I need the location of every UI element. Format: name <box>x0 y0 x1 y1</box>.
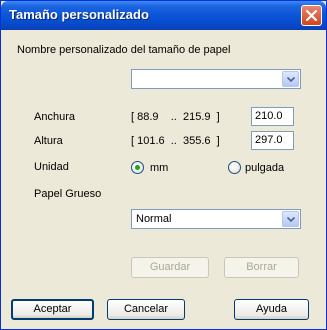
unit-mm-radio[interactable] <box>131 161 144 174</box>
custom-name-combo[interactable] <box>131 69 301 89</box>
height-label: Altura <box>34 135 63 147</box>
height-range: [ 101.6 .. 355.6 ] <box>131 135 220 147</box>
window-title: Tamaño personalizado <box>9 7 149 22</box>
close-button[interactable] <box>301 5 322 26</box>
height-input[interactable]: 297.0 <box>251 131 294 150</box>
chevron-down-icon <box>287 77 295 82</box>
ok-button[interactable]: Aceptar <box>11 299 94 320</box>
unit-label: Unidad <box>34 161 69 173</box>
thick-paper-label: Papel Grueso <box>34 188 102 200</box>
cancel-button[interactable]: Cancelar <box>107 299 185 320</box>
unit-inch-label[interactable]: pulgada <box>245 162 284 174</box>
dialog-window: Tamaño personalizado Nombre personalizad… <box>0 0 327 330</box>
delete-button[interactable]: Borrar <box>224 257 299 278</box>
unit-mm-label[interactable]: mm <box>150 162 168 174</box>
width-input[interactable]: 210.0 <box>251 107 294 126</box>
custom-name-dropdown-button[interactable] <box>282 71 299 87</box>
width-label: Anchura <box>34 111 75 123</box>
radio-selected-dot <box>135 165 140 170</box>
thick-paper-value: Normal <box>136 213 172 225</box>
custom-name-label: Nombre personalizado del tamaño de papel <box>17 44 231 56</box>
thick-paper-dropdown-button[interactable] <box>282 211 299 227</box>
close-icon <box>306 10 317 21</box>
save-button[interactable]: Guardar <box>131 257 209 278</box>
chevron-down-icon <box>287 217 295 222</box>
unit-inch-radio[interactable] <box>228 161 241 174</box>
title-bar[interactable]: Tamaño personalizado <box>1 1 326 30</box>
thick-paper-combo[interactable]: Normal <box>131 209 301 229</box>
width-range: [ 88.9 .. 215.9 ] <box>131 111 220 123</box>
help-button[interactable]: Ayuda <box>234 299 309 320</box>
